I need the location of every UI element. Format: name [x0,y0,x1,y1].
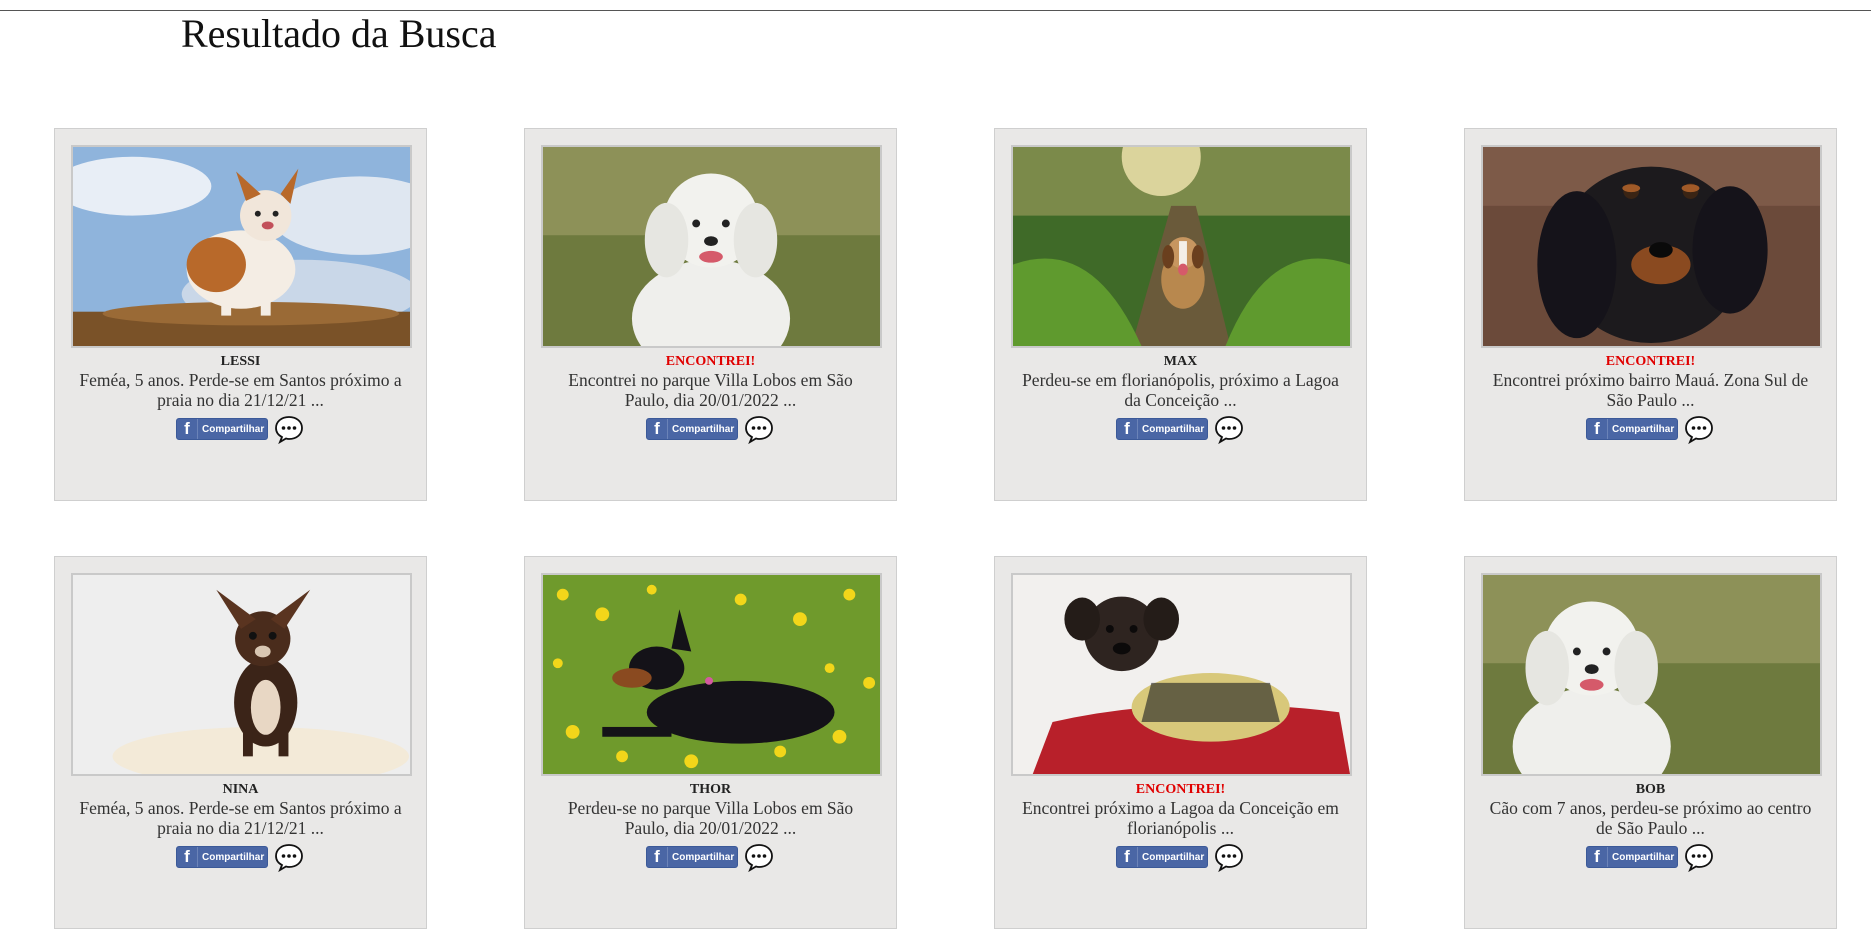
share-label: Compartilhar [672,423,735,435]
facebook-share-button[interactable]: f Compartilhar [176,846,268,868]
share-row: f Compartilhar [525,842,896,872]
facebook-icon: f [1587,847,1608,867]
pet-description: Encontrei próximo bairro Mauá. Zona Sul … [1492,370,1809,410]
result-card[interactable]: BOB Cão com 7 anos, perdeu-se próximo ao… [1464,556,1837,929]
share-label: Compartilhar [672,851,735,863]
comment-icon[interactable] [743,414,775,444]
comment-icon[interactable] [743,842,775,872]
comment-icon[interactable] [1213,414,1245,444]
share-label: Compartilhar [1612,851,1675,863]
pet-description: Cão com 7 anos, perdeu-se próximo ao cen… [1489,798,1812,838]
facebook-icon: f [647,419,668,439]
pet-name: ENCONTREI! [1605,354,1696,369]
result-card[interactable]: LESSI Feméa, 5 anos. Perde-se em Santos … [54,128,427,501]
pet-description: Perdeu-se em florianópolis, próximo a La… [1022,370,1339,410]
share-label: Compartilhar [1142,423,1205,435]
share-row: f Compartilhar [55,414,426,444]
pet-photo[interactable] [71,145,412,348]
pet-name: LESSI [220,354,261,369]
facebook-icon: f [647,847,668,867]
pet-photo[interactable] [1481,573,1822,776]
pet-photo[interactable] [1011,145,1352,348]
share-row: f Compartilhar [1465,842,1836,872]
facebook-icon: f [1117,847,1138,867]
pet-photo[interactable] [1481,145,1822,348]
share-row: f Compartilhar [1465,414,1836,444]
pet-name: ENCONTREI! [665,354,756,369]
pet-photo[interactable] [71,573,412,776]
pet-photo[interactable] [541,573,882,776]
result-card[interactable]: ENCONTREI! Encontrei no parque Villa Lob… [524,128,897,501]
share-label: Compartilhar [202,423,265,435]
facebook-share-button[interactable]: f Compartilhar [1586,418,1678,440]
share-label: Compartilhar [202,851,265,863]
share-row: f Compartilhar [525,414,896,444]
facebook-icon: f [1587,419,1608,439]
result-card[interactable]: ENCONTREI! Encontrei próximo a Lagoa da … [994,556,1367,929]
result-card[interactable]: THOR Perdeu-se no parque Villa Lobos em … [524,556,897,929]
comment-icon[interactable] [273,414,305,444]
page-title: Resultado da Busca [181,11,497,56]
pet-photo[interactable] [1011,573,1352,776]
result-card[interactable]: NINA Feméa, 5 anos. Perde-se em Santos p… [54,556,427,929]
result-card[interactable]: MAX Perdeu-se em florianópolis, próximo … [994,128,1367,501]
pet-description: Encontrei próximo a Lagoa da Conceição e… [1022,798,1339,838]
results-grid: LESSI Feméa, 5 anos. Perde-se em Santos … [54,128,1839,929]
comment-icon[interactable] [1213,842,1245,872]
pet-name: THOR [689,782,732,797]
pet-name: ENCONTREI! [1135,782,1226,797]
pet-description: Perdeu-se no parque Villa Lobos em São P… [567,798,854,838]
result-card[interactable]: ENCONTREI! Encontrei próximo bairro Mauá… [1464,128,1837,501]
pet-photo[interactable] [541,145,882,348]
facebook-share-button[interactable]: f Compartilhar [1116,846,1208,868]
facebook-share-button[interactable]: f Compartilhar [176,418,268,440]
share-row: f Compartilhar [55,842,426,872]
share-row: f Compartilhar [995,842,1366,872]
share-row: f Compartilhar [995,414,1366,444]
comment-icon[interactable] [273,842,305,872]
pet-name: NINA [222,782,259,797]
facebook-share-button[interactable]: f Compartilhar [646,846,738,868]
comment-icon[interactable] [1683,414,1715,444]
pet-description: Feméa, 5 anos. Perde-se em Santos próxim… [79,798,402,838]
facebook-share-button[interactable]: f Compartilhar [1116,418,1208,440]
facebook-icon: f [177,847,198,867]
pet-name: BOB [1635,782,1666,797]
share-label: Compartilhar [1612,423,1675,435]
pet-description: Feméa, 5 anos. Perde-se em Santos próxim… [79,370,402,410]
share-label: Compartilhar [1142,851,1205,863]
facebook-share-button[interactable]: f Compartilhar [1586,846,1678,868]
pet-description: Encontrei no parque Villa Lobos em São P… [568,370,853,410]
facebook-share-button[interactable]: f Compartilhar [646,418,738,440]
comment-icon[interactable] [1683,842,1715,872]
facebook-icon: f [1117,419,1138,439]
facebook-icon: f [177,419,198,439]
pet-name: MAX [1163,354,1198,369]
